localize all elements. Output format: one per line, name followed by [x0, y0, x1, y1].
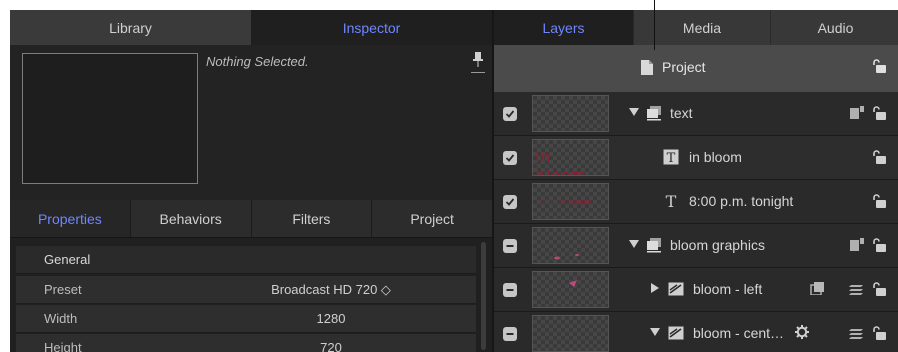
layer-name: bloom graphics: [670, 237, 765, 253]
disclosure-closed-icon[interactable]: [650, 283, 660, 293]
gear-icon[interactable]: [795, 325, 809, 339]
layer-checkbox-mixed[interactable]: [503, 327, 517, 341]
tab-behaviors[interactable]: Behaviors: [131, 200, 252, 237]
annotation-pointer-line: [654, 0, 655, 50]
tab-inspector[interactable]: Inspector: [251, 10, 492, 45]
layer-thumbnail: [532, 271, 609, 308]
left-pane: Library Inspector Nothing Selected. Prop…: [10, 10, 492, 352]
property-row-width[interactable]: Width 1280: [16, 305, 476, 333]
checkmark-icon: [505, 198, 515, 206]
right-tab-bar: Layers Media Audio: [494, 10, 898, 45]
document-icon: [641, 60, 653, 75]
layer-row-in-bloom[interactable]: in bloom T in bloom: [494, 136, 898, 180]
property-label: Preset: [44, 282, 82, 297]
project-row[interactable]: Project: [494, 45, 898, 92]
tab-layers[interactable]: Layers: [494, 10, 634, 45]
group-type-icon[interactable]: [850, 106, 864, 119]
left-tab-bar: Library Inspector: [10, 10, 492, 45]
property-label: Height: [44, 340, 82, 352]
inspector-tab-bar: Properties Behaviors Filters Project: [10, 200, 492, 238]
inspector-status: Nothing Selected.: [206, 54, 309, 69]
inspector-preview: Nothing Selected.: [10, 45, 492, 200]
disclosure-open-icon[interactable]: [650, 327, 660, 337]
group-type-icon[interactable]: [850, 238, 864, 251]
lock-icon[interactable]: [871, 326, 886, 340]
layer-thumbnail: [532, 95, 609, 132]
properties-scrollbar[interactable]: [481, 242, 486, 350]
preview-thumbnail: [22, 53, 198, 184]
thumbnail-text: 8:00 p.m. tonight: [539, 199, 592, 206]
layers-pane: Layers Media Audio Project text in bloom…: [492, 10, 898, 352]
tab-properties[interactable]: Properties: [10, 200, 131, 237]
layer-thumbnail: [532, 227, 609, 264]
layer-checkbox[interactable]: [503, 107, 517, 121]
layer-name: text: [670, 105, 693, 121]
tab-library[interactable]: Library: [10, 10, 251, 45]
clone-icon[interactable]: [810, 282, 824, 295]
tab-audio[interactable]: Audio: [771, 10, 898, 45]
lock-icon[interactable]: [871, 194, 886, 208]
tab-project[interactable]: Project: [372, 200, 492, 237]
disclosure-open-icon[interactable]: [629, 107, 639, 117]
group-icon: [647, 238, 661, 253]
thumbnail-text: in bloom: [535, 148, 587, 176]
blend-stack-icon[interactable]: [849, 326, 863, 339]
checkmark-icon: [505, 110, 515, 118]
height-value[interactable]: 720: [206, 340, 456, 352]
property-row-general[interactable]: General: [16, 246, 476, 274]
layer-name: bloom - left: [693, 281, 763, 297]
layer-checkbox-mixed[interactable]: [503, 239, 517, 253]
tab-filters[interactable]: Filters: [252, 200, 373, 237]
property-row-height[interactable]: Height 720: [16, 334, 476, 352]
layer-checkbox-mixed[interactable]: [503, 283, 517, 297]
project-label: Project: [662, 59, 706, 75]
lock-icon[interactable]: [871, 282, 886, 296]
group-icon: [647, 106, 661, 121]
layer-row-bloom-graphics[interactable]: bloom graphics: [494, 224, 898, 268]
lock-icon[interactable]: [871, 59, 886, 73]
dash-icon: [506, 333, 514, 335]
preset-popup[interactable]: Broadcast HD 720 ◇: [206, 282, 456, 298]
layer-row-bloom-center[interactable]: bloom - cent…: [494, 312, 898, 352]
disclosure-open-icon[interactable]: [629, 239, 639, 249]
layer-name: in bloom: [689, 149, 742, 165]
layer-row-8pm-tonight[interactable]: 8:00 p.m. tonight T 8:00 p.m. tonight: [494, 180, 898, 224]
blend-stack-icon[interactable]: [849, 282, 863, 295]
properties-list: General Preset Broadcast HD 720 ◇ Width …: [10, 238, 492, 352]
property-label: General: [44, 252, 91, 267]
layer-checkbox[interactable]: [503, 195, 517, 209]
property-row-preset[interactable]: Preset Broadcast HD 720 ◇: [16, 276, 476, 304]
text-layer-icon: T: [666, 193, 677, 209]
layer-thumbnail: [532, 315, 609, 352]
layer-row-text[interactable]: text: [494, 92, 898, 136]
flower-graphic: [569, 280, 577, 287]
lock-icon[interactable]: [871, 238, 886, 252]
dash-icon: [506, 289, 514, 291]
layer-name: 8:00 p.m. tonight: [689, 193, 794, 209]
flower-graphic: [554, 254, 579, 260]
layer-thumbnail: 8:00 p.m. tonight: [532, 183, 609, 220]
text-layer-icon: T: [663, 149, 679, 165]
checkmark-icon: [505, 154, 515, 162]
motion-app-window: Library Inspector Nothing Selected. Prop…: [10, 10, 898, 352]
image-layer-icon: [668, 326, 684, 340]
layer-name: bloom - cent…: [693, 325, 785, 341]
lock-icon[interactable]: [871, 150, 886, 164]
svg-text:T: T: [667, 151, 676, 165]
dash-icon: [506, 245, 514, 247]
image-layer-icon: [668, 282, 684, 296]
width-value[interactable]: 1280: [206, 311, 456, 326]
svg-text:T: T: [666, 193, 677, 209]
layer-thumbnail: in bloom: [532, 139, 609, 176]
layer-row-bloom-left[interactable]: bloom - left: [494, 268, 898, 312]
layer-checkbox[interactable]: [503, 151, 517, 165]
lock-icon[interactable]: [871, 106, 886, 120]
property-label: Width: [44, 311, 78, 326]
pin-icon[interactable]: [471, 51, 485, 75]
